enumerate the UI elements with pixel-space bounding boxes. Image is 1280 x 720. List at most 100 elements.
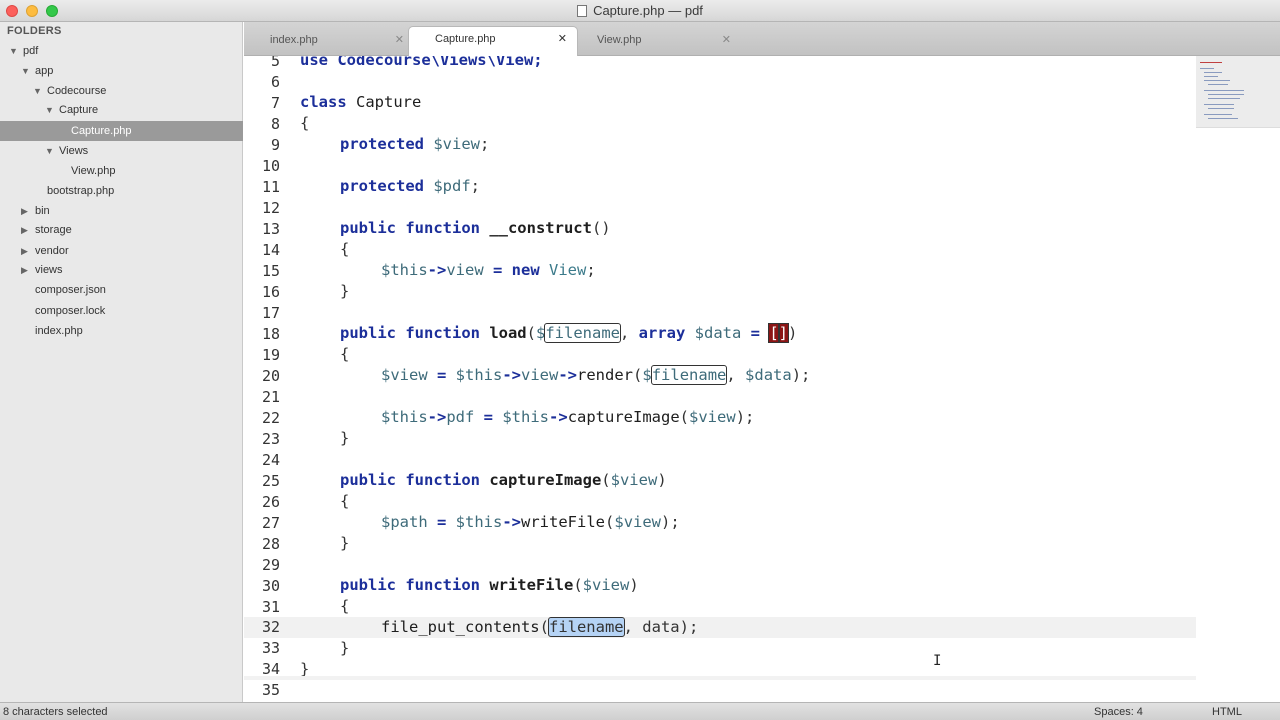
tree-item-views[interactable]: ▶ views: [0, 260, 243, 280]
minimap-line: [1204, 90, 1244, 91]
line-number: 19: [261, 346, 280, 364]
line-number: 7: [270, 94, 280, 112]
keyword: class: [300, 93, 356, 111]
code-line-18: public function load($filename, array $d…: [340, 323, 797, 343]
punct: (: [526, 324, 536, 342]
variable: $this: [455, 366, 503, 384]
punct: ;: [470, 177, 480, 195]
line-number: 28: [261, 535, 280, 553]
line-number: 9: [270, 136, 280, 154]
minimap-line: [1200, 68, 1214, 69]
code-line-22: $this->pdf = $this->captureImage($view);: [381, 408, 754, 426]
tree-item-storage[interactable]: ▶ storage: [0, 220, 243, 240]
line-number: 31: [261, 598, 280, 616]
line-number: 18: [261, 325, 280, 343]
function-name: writeFile: [489, 576, 574, 594]
tree-item-label: bin: [35, 205, 50, 217]
variable: $view: [614, 513, 662, 531]
variable: $data: [745, 366, 792, 384]
function-name: captureImage: [489, 471, 602, 489]
tree-item-capture-php[interactable]: Capture.php: [0, 121, 243, 141]
punct: ,: [726, 366, 746, 384]
operator: ->: [502, 366, 522, 384]
disclosure-arrow-icon[interactable]: ▼: [21, 61, 31, 81]
variable: $view: [689, 408, 736, 426]
disclosure-arrow-icon[interactable]: ▶: [21, 220, 31, 240]
mouse-ibeam-cursor: I: [933, 653, 942, 669]
minimap-line: [1208, 98, 1240, 99]
tree-item-codecourse[interactable]: ▼ Codecourse: [0, 81, 243, 101]
function-name: __construct: [489, 219, 592, 237]
tree-item-label: storage: [35, 224, 72, 236]
tab-index-php[interactable]: index.php ✕: [244, 28, 414, 56]
close-icon[interactable]: ✕: [395, 28, 404, 52]
line-number: 6: [270, 73, 280, 91]
operator: ->: [558, 366, 578, 384]
tab-capture-php[interactable]: Capture.php ✕: [408, 26, 578, 56]
disclosure-arrow-icon[interactable]: ▶: [21, 260, 31, 280]
syntax-selector[interactable]: HTML: [1212, 703, 1242, 720]
operator: ->: [427, 408, 447, 426]
operator: ->: [427, 261, 447, 279]
disclosure-arrow-icon[interactable]: ▼: [33, 81, 43, 101]
punct: ): [657, 471, 667, 489]
disclosure-arrow-icon[interactable]: ▶: [21, 241, 31, 261]
brace: }: [340, 282, 350, 300]
line-number: 11: [261, 178, 280, 196]
brace: {: [340, 492, 350, 510]
indentation-setting[interactable]: Spaces: 4: [1094, 703, 1143, 720]
minimap-line: [1208, 94, 1244, 95]
tree-item-bootstrap-php[interactable]: bootstrap.php: [0, 181, 243, 201]
line-number: 23: [261, 430, 280, 448]
disclosure-arrow-icon[interactable]: ▼: [45, 141, 55, 161]
close-icon[interactable]: ✕: [722, 28, 731, 52]
tree-item-views-folder[interactable]: ▼ Views: [0, 141, 243, 161]
operator: ->: [549, 408, 568, 426]
disclosure-arrow-icon[interactable]: ▼: [9, 41, 19, 61]
tab-label: Capture.php: [435, 33, 496, 45]
keyword: public function: [340, 324, 490, 342]
brace: }: [340, 639, 350, 657]
disclosure-arrow-icon[interactable]: ▼: [45, 100, 55, 120]
tree-item-view-php[interactable]: View.php: [0, 161, 243, 181]
line-number: 16: [261, 283, 280, 301]
tree-item-label: composer.json: [35, 284, 106, 296]
variable: $this: [381, 261, 428, 279]
line-number: 14: [261, 241, 280, 259]
code-editor[interactable]: 5 6 7 8 9 10 11 12 13 14 15 16 17 18 19 …: [244, 56, 1280, 702]
method-name: writeFile: [521, 513, 606, 531]
line-number: 5: [270, 56, 280, 70]
tree-item-composer-json[interactable]: composer.json: [0, 280, 243, 300]
line-number: 15: [261, 262, 280, 280]
document-icon: [577, 5, 588, 17]
horizontal-scrollbar[interactable]: [244, 676, 1196, 680]
code-line-23: }: [340, 429, 349, 447]
tree-item-bin[interactable]: ▶ bin: [0, 201, 243, 221]
punct: );: [661, 513, 680, 531]
code-line-27: $path = $this->writeFile($view);: [381, 513, 680, 531]
code-line-15: $this->view = new View;: [381, 261, 596, 279]
tree-item-app[interactable]: ▼ app: [0, 61, 243, 81]
tab-view-php[interactable]: View.php ✕: [571, 28, 741, 56]
line-number: 35: [261, 681, 280, 699]
tree-item-label: views: [35, 264, 63, 276]
tree-item-composer-lock[interactable]: composer.lock: [0, 301, 243, 321]
operator: =: [427, 513, 456, 531]
minimap-line: [1208, 118, 1238, 119]
tree-item-index-php[interactable]: index.php: [0, 321, 243, 341]
close-icon[interactable]: ✕: [558, 27, 567, 51]
punct: ,: [619, 324, 639, 342]
keyword: public function: [340, 576, 490, 594]
disclosure-arrow-icon[interactable]: ▶: [21, 201, 31, 221]
tree-item-pdf[interactable]: ▼ pdf: [0, 41, 243, 61]
line-number: 12: [261, 199, 280, 217]
variable-sigil: $: [535, 324, 546, 342]
tree-item-capture-folder[interactable]: ▼ Capture: [0, 100, 243, 120]
text-selection[interactable]: filename: [547, 617, 625, 637]
keyword: protected: [340, 177, 434, 195]
tree-item-vendor[interactable]: ▶ vendor: [0, 241, 243, 261]
minimap[interactable]: [1196, 56, 1280, 702]
line-number: 8: [270, 115, 280, 133]
tab-bar: index.php ✕ Capture.php ✕ View.php ✕: [244, 22, 1280, 56]
punct: ;: [586, 261, 596, 279]
